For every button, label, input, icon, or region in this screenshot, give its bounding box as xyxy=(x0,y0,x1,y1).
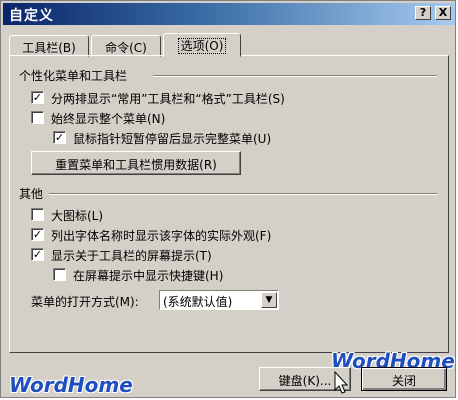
customize-dialog: 自定义 ? X 工具栏(B) 命令(C) 选项(O) 个性化菜单和工具栏 ✓ 分… xyxy=(0,0,456,398)
tab-toolbars-label: 工具栏(B) xyxy=(22,41,76,55)
checkbox-full-menus[interactable] xyxy=(31,111,44,124)
label-screentips[interactable]: 显示关于工具栏的屏幕提示(T) xyxy=(51,247,212,264)
other-separator xyxy=(49,193,437,195)
label-two-rows[interactable]: 分两排显示“常用”工具栏和“格式”工具栏(S) xyxy=(51,90,285,107)
checkbox-font-names[interactable]: ✓ xyxy=(31,228,44,241)
personalized-separator xyxy=(153,75,437,77)
checkbox-shortcut-keys[interactable] xyxy=(53,268,66,281)
checkbox-full-after-delay[interactable]: ✓ xyxy=(53,131,66,144)
tab-toolbars[interactable]: 工具栏(B) xyxy=(9,35,89,57)
menu-animation-value: (系统默认值) xyxy=(163,295,233,309)
label-full-after-delay[interactable]: 鼠标指针短暂停留后显示完整菜单(U) xyxy=(73,130,271,147)
mouse-cursor-icon xyxy=(334,371,349,394)
label-large-icons[interactable]: 大图标(L) xyxy=(51,207,103,224)
checkbox-two-rows[interactable]: ✓ xyxy=(31,91,44,104)
menu-animation-select[interactable]: (系统默认值) ▼ xyxy=(159,290,279,310)
help-icon[interactable]: ? xyxy=(415,6,431,20)
tab-options-label: 选项(O) xyxy=(177,38,227,54)
tab-commands[interactable]: 命令(C) xyxy=(91,35,161,57)
dialog-title: 自定义 xyxy=(9,8,54,24)
watermark-logo-left: WordHome xyxy=(9,373,133,397)
personalized-heading: 个性化菜单和工具栏 xyxy=(19,69,128,83)
label-font-names[interactable]: 列出字体名称时显示该字体的实际外观(F) xyxy=(51,227,271,244)
tab-commands-label: 命令(C) xyxy=(105,41,147,55)
checkbox-screentips[interactable]: ✓ xyxy=(31,248,44,261)
close-icon[interactable]: X xyxy=(435,6,451,20)
tab-options[interactable]: 选项(O) xyxy=(163,33,241,57)
label-full-menus[interactable]: 始终显示整个菜单(N) xyxy=(51,110,165,127)
checkbox-large-icons[interactable] xyxy=(31,208,44,221)
reset-usage-button[interactable]: 重置菜单和工具栏惯用数据(R) xyxy=(31,151,241,175)
other-heading: 其他 xyxy=(19,187,44,201)
close-button[interactable]: 关闭 xyxy=(361,367,447,391)
menu-animation-label: 菜单的打开方式(M): xyxy=(31,295,139,309)
title-bar[interactable]: 自定义 ? X xyxy=(3,3,455,25)
chevron-down-icon[interactable]: ▼ xyxy=(261,292,277,308)
label-shortcut-keys[interactable]: 在屏幕提示中显示快捷键(H) xyxy=(73,267,223,284)
